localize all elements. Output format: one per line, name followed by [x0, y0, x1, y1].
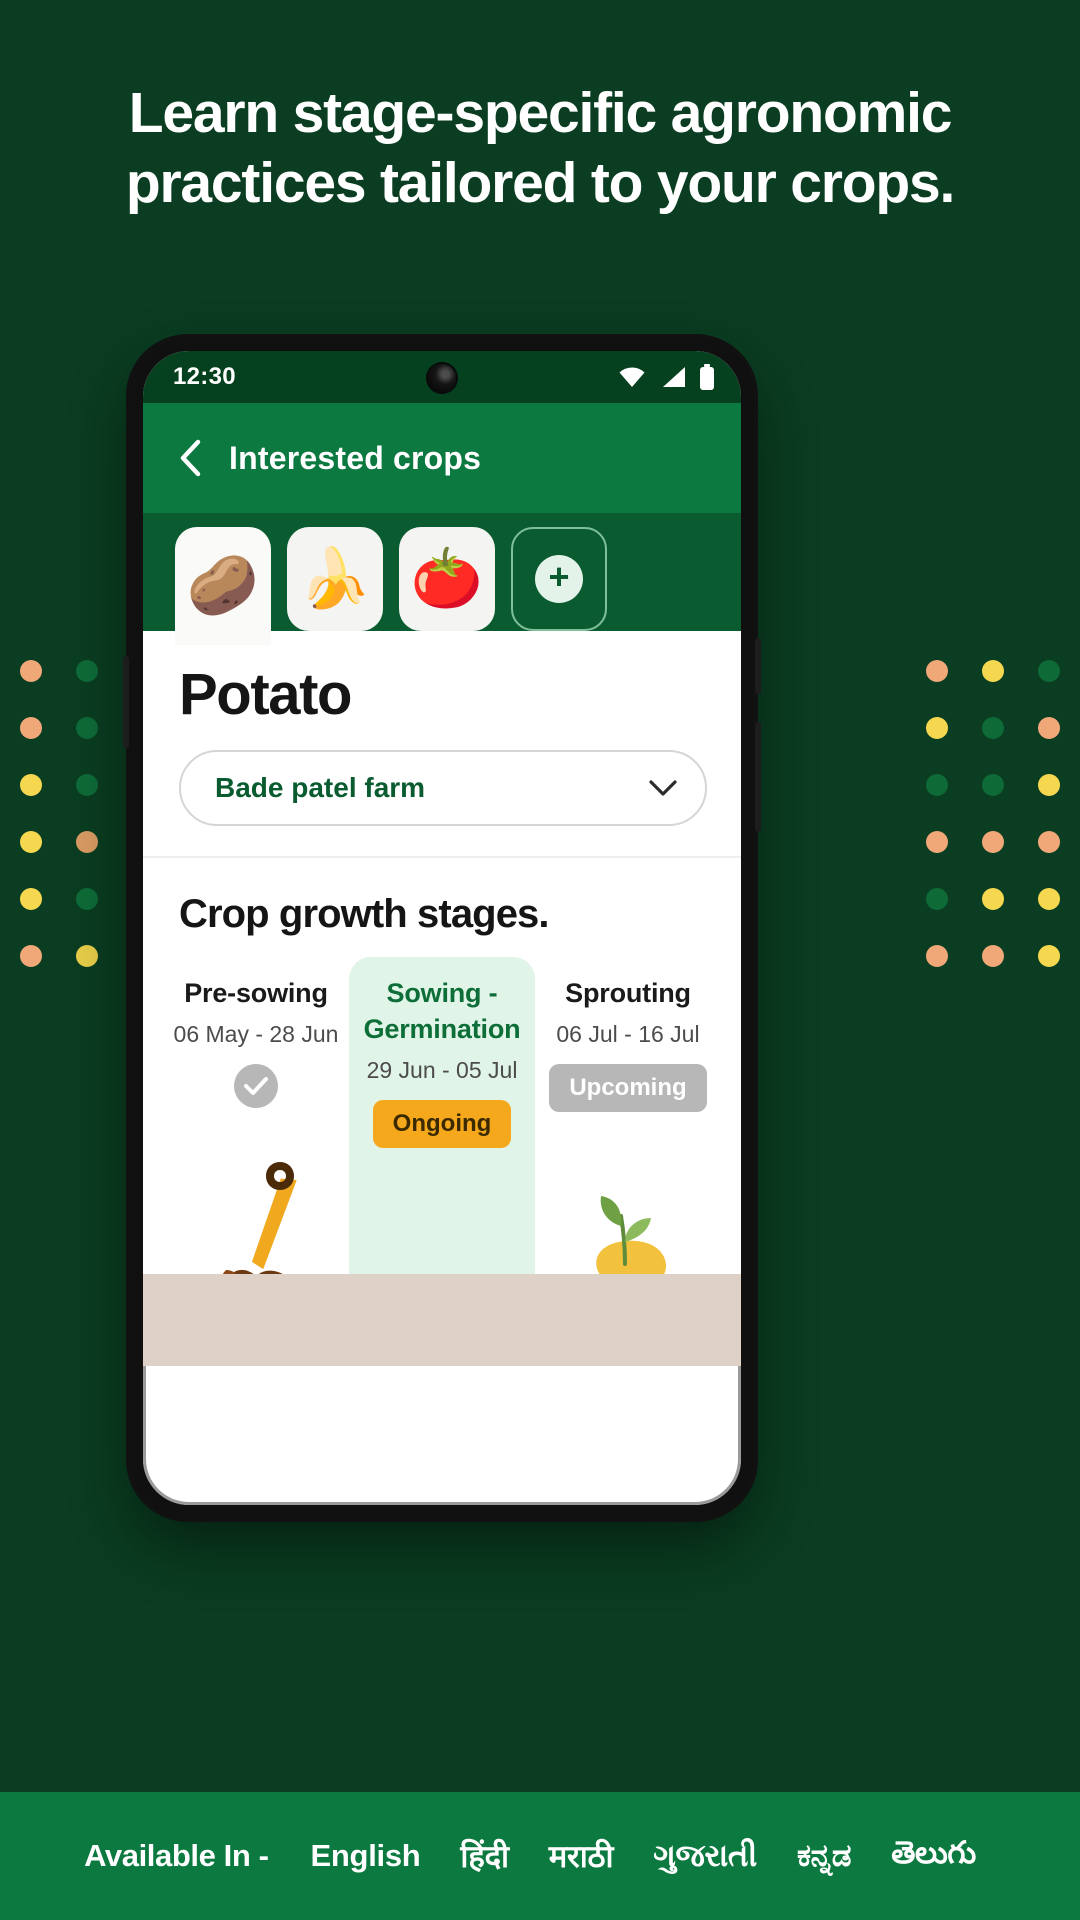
tomato-icon: 🍅 [410, 546, 484, 611]
decorative-dot [926, 774, 948, 796]
stages-section: Pre-sowing 06 May - 28 Jun Sowing - Germ… [143, 957, 741, 1366]
chevron-down-icon [649, 780, 677, 796]
language-telugu[interactable]: తెలుగు [891, 1835, 976, 1878]
wifi-icon [617, 366, 647, 388]
language-kannada[interactable]: ಕನ್ನಡ [797, 1838, 852, 1875]
decorative-dot [982, 660, 1004, 682]
decorative-dot [20, 660, 42, 682]
decorative-dot [20, 831, 42, 853]
decorative-dot-grid-right [926, 660, 1060, 967]
status-badge-ongoing: Ongoing [372, 1100, 512, 1148]
phone-side-button-power [755, 722, 761, 832]
add-crop-button[interactable]: + [511, 527, 607, 631]
banana-icon: 🍌 [298, 546, 372, 611]
decorative-dot [982, 888, 1004, 910]
crop-tab-banana[interactable]: 🍌 [287, 527, 383, 631]
phone-screen: 12:30 Interested crops 🥔 🍌 🍅 + Potato Ba… [143, 351, 741, 1505]
decorative-dot [1038, 774, 1060, 796]
stage-name: Sowing - Germination [363, 978, 521, 1044]
decorative-dot [76, 660, 98, 682]
decorative-dot [982, 831, 1004, 853]
decorative-dot [20, 945, 42, 967]
decorative-dot [926, 831, 948, 853]
phone-side-button-volume [755, 638, 761, 694]
crop-detail-content: Potato Bade patel farm Crop growth stage… [143, 631, 741, 1366]
promo-headline: Learn stage-specific agronomic practices… [125, 81, 956, 215]
status-bar-clock: 12:30 [173, 363, 236, 390]
decorative-dot [1038, 831, 1060, 853]
decorative-dot [76, 717, 98, 739]
check-circle-icon [234, 1064, 278, 1108]
stage-dates: 06 May - 28 Jun [173, 1021, 339, 1047]
decorative-dot [926, 660, 948, 682]
crop-tab-tomato[interactable]: 🍅 [399, 527, 495, 631]
decorative-dot [76, 774, 98, 796]
decorative-dot [1038, 660, 1060, 682]
stage-name: Pre-sowing [184, 978, 328, 1008]
decorative-dot [20, 717, 42, 739]
stages-heading: Crop growth stages. [179, 892, 550, 936]
back-button[interactable] [177, 438, 203, 478]
language-availability-bar: Available In - English हिंदी मराठी ગુજરા… [0, 1792, 1080, 1920]
page-title: Potato [179, 662, 352, 727]
decorative-dot [926, 717, 948, 739]
potato-icon: 🥔 [186, 553, 260, 618]
stage-name: Sprouting [565, 978, 691, 1008]
crop-tab-potato[interactable]: 🥔 [175, 527, 271, 645]
stage-dates: 06 Jul - 16 Jul [556, 1021, 700, 1047]
decorative-dot [76, 945, 98, 967]
farm-selector[interactable]: Bade patel farm [179, 750, 707, 826]
phone-side-button-left [123, 656, 129, 748]
battery-icon [699, 364, 715, 390]
crop-tab-strip: 🥔 🍌 🍅 + [143, 513, 741, 645]
decorative-dot [1038, 717, 1060, 739]
app-bar-title: Interested crops [229, 439, 482, 476]
cellular-signal-icon [659, 366, 687, 388]
decorative-dot [1038, 945, 1060, 967]
stage-dates: 29 Jun - 05 Jul [366, 1057, 518, 1083]
decorative-dot [76, 831, 98, 853]
farm-selector-value: Bade patel farm [215, 772, 426, 803]
status-bar-icons [617, 364, 715, 390]
decorative-dot [76, 888, 98, 910]
language-gujarati[interactable]: ગુજરાતી [653, 1838, 757, 1875]
decorative-dot [982, 945, 1004, 967]
language-marathi[interactable]: मराठी [549, 1835, 614, 1877]
decorative-dot [982, 717, 1004, 739]
decorative-dot [926, 888, 948, 910]
language-hindi[interactable]: हिंदी [460, 1835, 509, 1877]
decorative-dot [1038, 888, 1060, 910]
app-bar: Interested crops [143, 403, 741, 513]
soil-band [143, 1274, 741, 1366]
decorative-dot [926, 945, 948, 967]
decorative-dot [20, 774, 42, 796]
available-in-label: Available In - [84, 1838, 269, 1873]
decorative-dot [982, 774, 1004, 796]
decorative-dot [20, 888, 42, 910]
phone-mockup: 12:30 Interested crops 🥔 🍌 🍅 + Potato Ba… [123, 338, 761, 1518]
status-bar: 12:30 [143, 351, 741, 403]
plus-circle-icon: + [535, 555, 583, 603]
status-badge-upcoming: Upcoming [549, 1064, 707, 1112]
front-camera-punch-hole [428, 364, 456, 392]
language-english[interactable]: English [311, 1838, 421, 1874]
